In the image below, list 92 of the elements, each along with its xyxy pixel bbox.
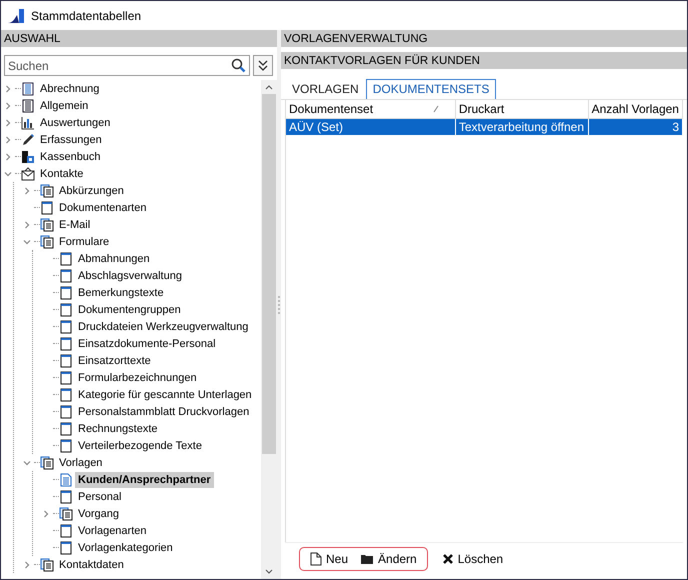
- search-field[interactable]: Suchen: [4, 55, 250, 76]
- tree-item[interactable]: Formulare: [56, 234, 112, 250]
- chevron-icon[interactable]: [23, 220, 31, 228]
- form-icon: [59, 490, 73, 504]
- document-icon: [59, 472, 73, 486]
- new-document-icon: [310, 552, 322, 566]
- tab[interactable]: DOKUMENTENSETS: [366, 79, 496, 99]
- folder-icon: [360, 553, 374, 565]
- tree-item[interactable]: Dokumentenarten: [56, 200, 150, 216]
- form-icon: [40, 200, 54, 214]
- toolbar-button[interactable]: Neu: [304, 550, 354, 568]
- double-chevron-icon: [258, 60, 268, 72]
- tree-item[interactable]: Abrechnung: [37, 80, 102, 96]
- form-icon: [59, 524, 73, 538]
- tree-item[interactable]: Vorlagenkategorien: [75, 540, 176, 556]
- form-icon: [59, 336, 73, 350]
- panel-subheader: KONTAKTVORLAGEN FÜR KUNDEN: [281, 52, 687, 69]
- tree-item[interactable]: Abmahnungen: [75, 250, 153, 266]
- documents-icon: [40, 218, 54, 232]
- tree-item[interactable]: Abkürzungen: [56, 182, 127, 198]
- form-icon: [59, 388, 73, 402]
- tree-item[interactable]: Kunden/Ansprechpartner: [75, 472, 214, 488]
- tree-item[interactable]: Einsatzorttexte: [75, 352, 154, 368]
- form-icon: [59, 438, 73, 452]
- scrollbar[interactable]: [261, 80, 277, 579]
- envelope-icon: [21, 166, 35, 180]
- documents-icon: [40, 234, 54, 248]
- tree-item[interactable]: Auswertungen: [37, 114, 114, 130]
- chevron-icon[interactable]: [4, 84, 12, 92]
- app-logo-icon: [7, 8, 25, 24]
- tree-item[interactable]: Rechnungstexte: [75, 420, 160, 436]
- chevron-icon[interactable]: [4, 170, 12, 178]
- tree-item[interactable]: Verteilerbezogende Texte: [75, 438, 205, 454]
- tree-item[interactable]: Personal: [75, 488, 124, 504]
- column-header[interactable]: Anzahl Vorlagen: [588, 100, 682, 118]
- list-icon: [21, 98, 35, 112]
- tree-item[interactable]: Dokumentengruppen: [75, 302, 184, 318]
- search-icon[interactable]: [231, 58, 246, 73]
- tree-item[interactable]: Abschlagsverwaltung: [75, 268, 185, 284]
- tree-item[interactable]: Allgemein: [37, 98, 92, 114]
- tree-item[interactable]: Vorlagenarten: [75, 522, 150, 538]
- form-icon: [59, 540, 73, 554]
- toolbar-button[interactable]: Löschen: [436, 550, 510, 568]
- form-icon: [59, 320, 73, 334]
- window-title: Stammdatentabellen: [31, 8, 142, 22]
- pencil-icon: [21, 132, 35, 146]
- chevron-icon[interactable]: [4, 102, 12, 110]
- form-icon: [59, 354, 73, 368]
- bar-chart-icon: [21, 116, 35, 130]
- documents-icon: [40, 456, 54, 470]
- form-icon: [59, 252, 73, 266]
- tree-item[interactable]: Druckdateien Werkzeugverwaltung: [75, 318, 252, 334]
- tree-item[interactable]: Kontakte: [37, 166, 86, 182]
- form-icon: [59, 422, 73, 436]
- tree-item[interactable]: Vorlagen: [56, 454, 106, 470]
- tree-item[interactable]: Kontaktdaten: [56, 556, 127, 572]
- documents-icon: [40, 184, 54, 198]
- chevron-icon[interactable]: [23, 560, 31, 568]
- tree-item[interactable]: Formularbezeichnungen: [75, 370, 200, 386]
- documents-icon: [59, 506, 73, 520]
- table-cell: Textverarbeitung öffnen: [455, 118, 588, 135]
- table-cell: AÜV (Set): [286, 118, 456, 135]
- panel-header: VORLAGENVERWALTUNG: [281, 30, 687, 47]
- form-icon: [59, 370, 73, 384]
- tree-item[interactable]: Kategorie für gescannte Unterlagen: [75, 386, 255, 402]
- tree-item[interactable]: E-Mail: [56, 216, 94, 232]
- documents-icon: [40, 558, 54, 572]
- form-icon: [59, 268, 73, 282]
- chevron-icon[interactable]: [4, 136, 12, 144]
- column-header[interactable]: Druckart: [455, 100, 588, 118]
- delete-icon: [442, 553, 454, 565]
- expand-button[interactable]: [253, 55, 273, 76]
- tree-item[interactable]: Kassenbuch: [37, 148, 104, 164]
- tree-item[interactable]: Bemerkungstexte: [75, 284, 167, 300]
- form-icon: [59, 404, 73, 418]
- tree-item[interactable]: Erfassungen: [37, 132, 105, 148]
- chevron-icon[interactable]: [4, 118, 12, 126]
- tree-item[interactable]: Personalstammblatt Druckvorlagen: [75, 404, 252, 420]
- tree-item[interactable]: Vorgang: [75, 506, 122, 522]
- panel-header: AUSWAHL: [1, 30, 277, 47]
- toolbar-button[interactable]: Ändern: [354, 550, 423, 568]
- chevron-icon[interactable]: [4, 152, 12, 160]
- column-header[interactable]: Dokumentenset: [286, 100, 456, 118]
- chevron-icon[interactable]: [23, 186, 31, 194]
- form-icon: [59, 286, 73, 300]
- chevron-icon[interactable]: [23, 238, 31, 246]
- form-icon: [59, 302, 73, 316]
- tree-item[interactable]: Einsatzdokumente-Personal: [75, 336, 219, 352]
- chevron-icon[interactable]: [23, 458, 31, 466]
- chevron-icon[interactable]: [42, 510, 50, 518]
- list-icon: [21, 82, 35, 96]
- table-cell: 3: [588, 118, 682, 135]
